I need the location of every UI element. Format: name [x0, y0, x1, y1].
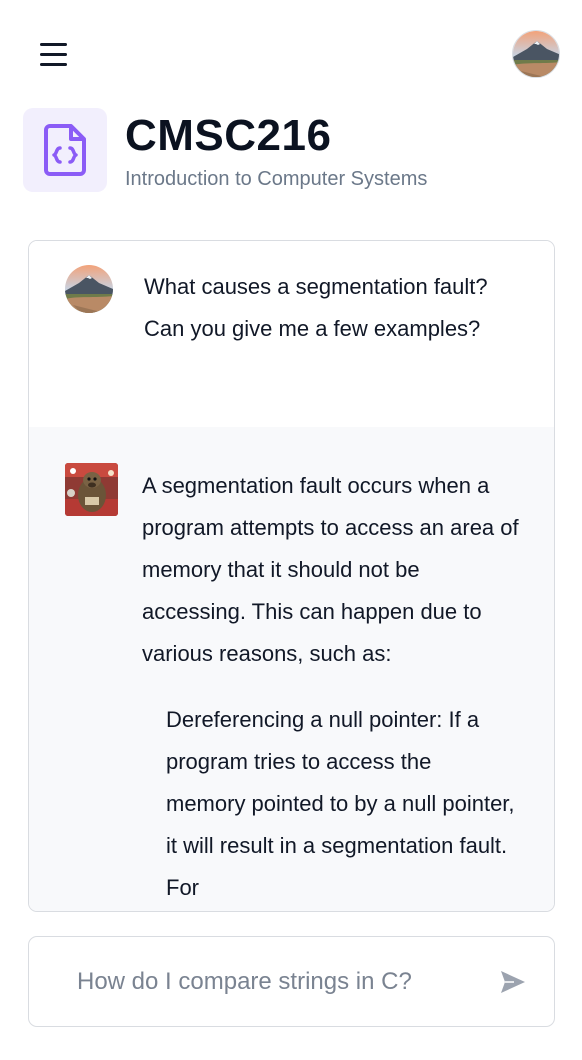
mascot-avatar-image: [65, 463, 118, 516]
landscape-avatar-image: [65, 265, 113, 313]
user-message-text: What causes a segmentation fault? Can yo…: [144, 274, 488, 341]
course-name: Introduction to Computer Systems: [125, 168, 428, 190]
code-file-icon: [44, 124, 86, 176]
landscape-avatar-image: [513, 31, 559, 77]
course-code: CMSC216: [125, 111, 332, 160]
assistant-list-item: Dereferencing a null pointer: If a progr…: [166, 707, 515, 900]
user-message: What causes a segmentation fault? Can yo…: [29, 241, 554, 427]
chat-panel[interactable]: What causes a segmentation fault? Can yo…: [28, 240, 555, 912]
user-avatar: [65, 265, 113, 313]
course-icon-tile: [23, 108, 107, 192]
message-composer: [28, 936, 555, 1027]
message-input[interactable]: [77, 961, 477, 1003]
hamburger-menu-icon: [39, 42, 67, 46]
send-button[interactable]: [495, 964, 531, 1000]
assistant-message-text: A segmentation fault occurs when a progr…: [142, 473, 519, 666]
send-arrow-icon: [501, 971, 525, 993]
menu-button[interactable]: [30, 34, 76, 74]
assistant-avatar: [65, 463, 118, 516]
profile-avatar[interactable]: [512, 30, 560, 78]
